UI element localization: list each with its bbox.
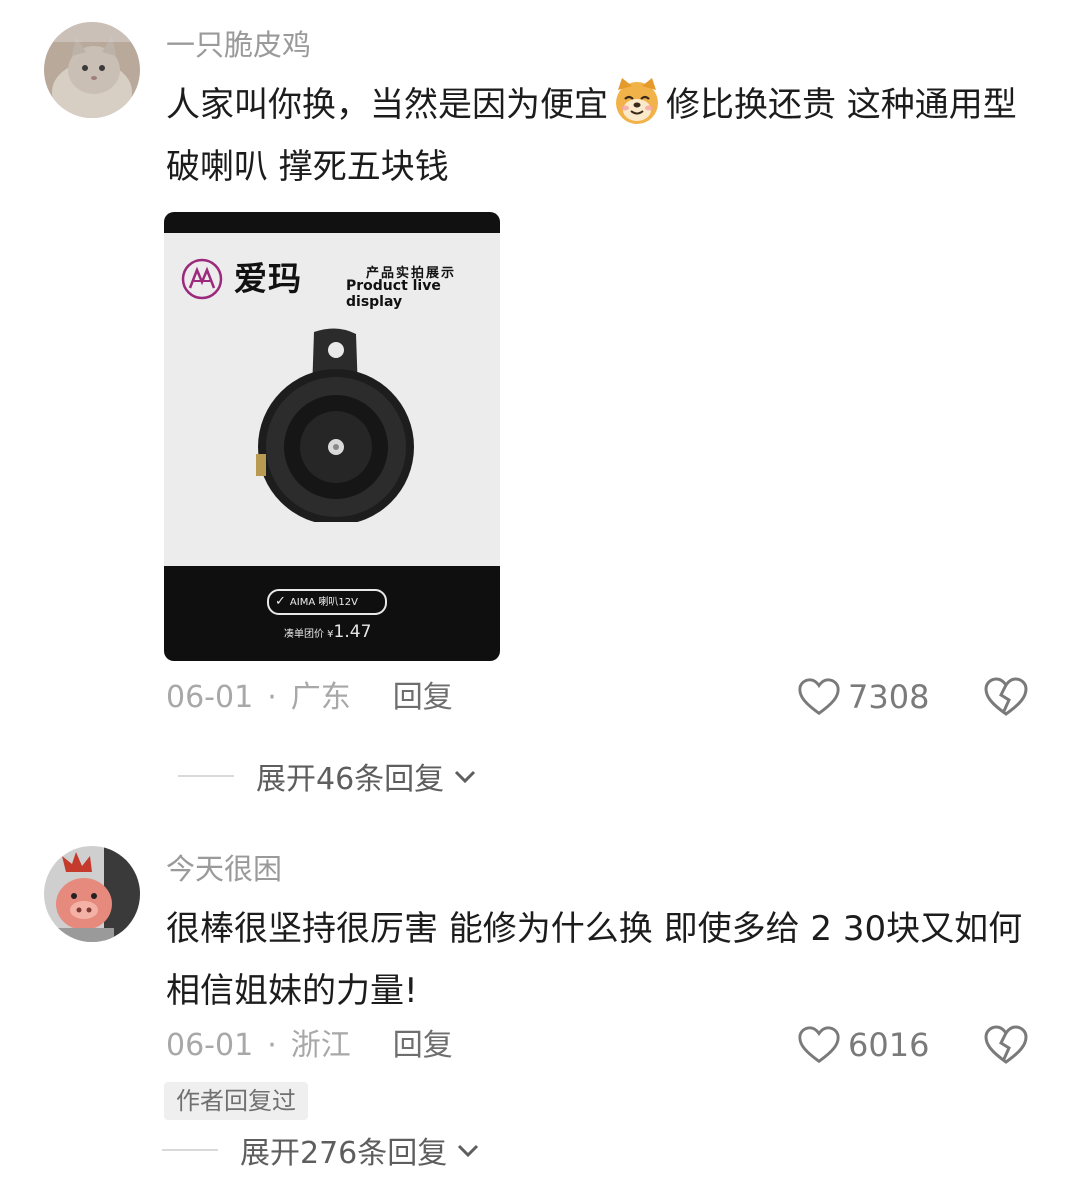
heart-icon: [798, 678, 840, 716]
image-top-bar: [164, 212, 500, 233]
expand-replies-label: 展开46条回复: [256, 762, 445, 797]
brand-name: 爱玛: [234, 259, 302, 298]
expand-replies-button[interactable]: 展开276条回复: [162, 1128, 483, 1172]
reply-button[interactable]: 回复: [393, 1028, 453, 1063]
comment-meta: 06-01 · 浙江 回复: [166, 1028, 453, 1063]
like-count: 7308: [848, 678, 930, 716]
chevron-down-icon: [458, 1144, 479, 1158]
comment-date: 06-01: [166, 680, 254, 715]
product-price: 凑单团价 ¥1.47: [284, 622, 372, 642]
comment-location: 广东: [290, 680, 351, 715]
product-tag: ✓ AIMA 喇叭12V: [267, 589, 387, 615]
comment-text: 人家叫你换，当然是因为便宜 修比换还贵 这种通用型破喇叭 撑死五块钱: [166, 74, 1046, 198]
horn-product-icon: [256, 328, 414, 522]
like-button[interactable]: 6016: [796, 1022, 929, 1068]
dislike-broken-heart-icon[interactable]: [982, 673, 1030, 721]
expand-replies-button[interactable]: 展开46条回复: [178, 754, 480, 798]
divider-line: [178, 775, 234, 777]
avatar[interactable]: [44, 846, 140, 942]
username[interactable]: 今天很困: [166, 851, 282, 887]
comment-text-part1: 人家叫你换，当然是因为便宜: [166, 85, 608, 125]
check-icon: ✓: [275, 594, 286, 609]
dislike-broken-heart-icon[interactable]: [982, 1021, 1030, 1069]
brand-subtitle-en: Product live display: [346, 278, 441, 310]
username[interactable]: 一只脆皮鸡: [166, 27, 311, 63]
divider-line: [162, 1149, 218, 1151]
pig-toy-avatar-icon: [44, 846, 140, 942]
reply-button[interactable]: 回复: [393, 680, 453, 715]
product-image[interactable]: 爱玛 产品实拍展示 Product live display ✓ AIMA 喇叭1…: [164, 212, 500, 661]
comment-date: 06-01: [166, 1028, 254, 1063]
cat-avatar-icon: [44, 22, 140, 118]
author-replied-badge: 作者回复过: [164, 1082, 308, 1120]
comment-location: 浙江: [290, 1028, 351, 1063]
comment-text: 很棒很坚持很厉害 能修为什么换 即使多给 2 30块又如何 相信姐妹的力量!: [166, 909, 1023, 1011]
chevron-down-icon: [455, 770, 476, 784]
aima-logo-icon: [181, 258, 223, 300]
like-count: 6016: [848, 1026, 930, 1064]
avatar[interactable]: [44, 22, 140, 118]
comment-meta: 06-01 · 广东 回复: [166, 680, 453, 715]
dog-face-emoji-icon: [612, 76, 662, 126]
heart-icon: [798, 1026, 840, 1064]
expand-replies-label: 展开276条回复: [240, 1136, 448, 1171]
like-button[interactable]: 7308: [796, 674, 929, 720]
